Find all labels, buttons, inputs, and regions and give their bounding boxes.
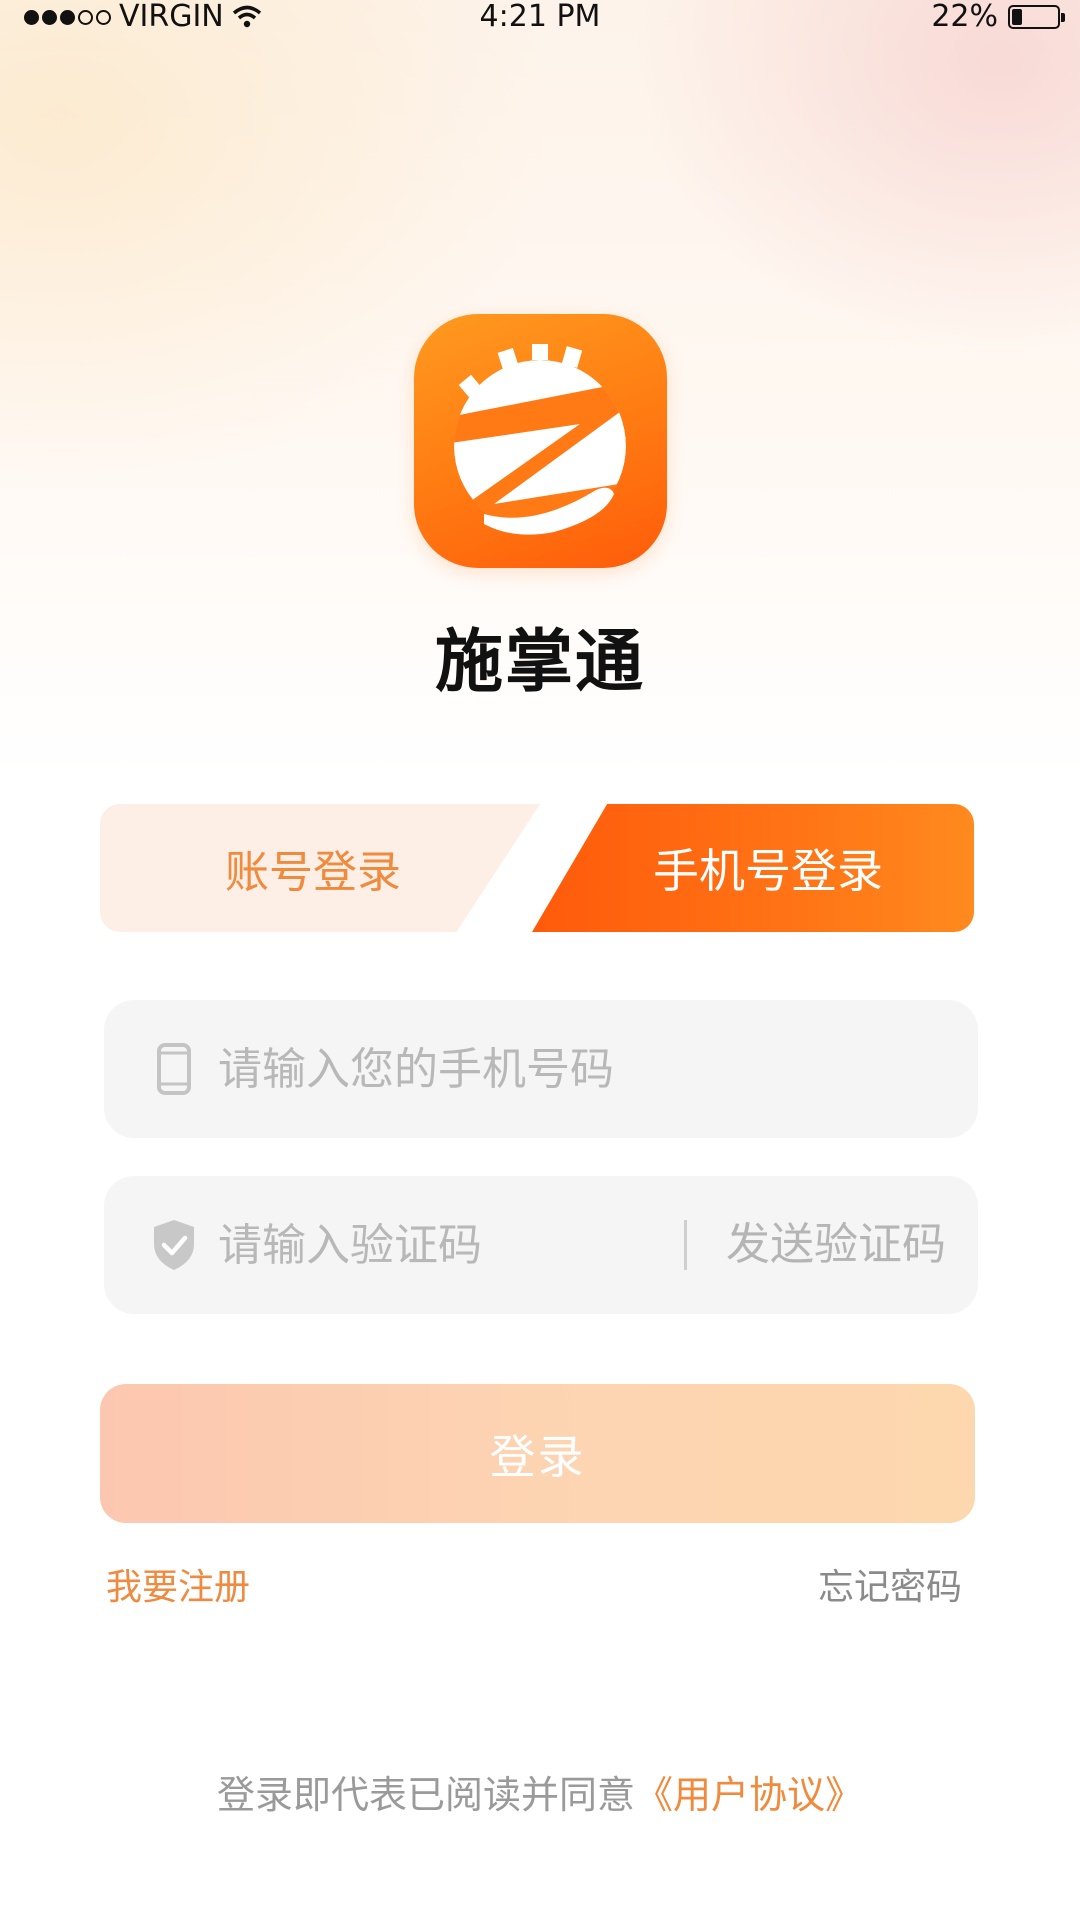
status-right: 22% (931, 0, 1065, 34)
forgot-password-link[interactable]: 忘记密码 (818, 1558, 962, 1610)
shield-check-icon (144, 1218, 204, 1272)
status-bar: VIRGIN 4:21 PM 22% (0, 0, 1080, 34)
status-time: 4:21 PM (479, 0, 601, 34)
user-agreement-link[interactable]: 《用户协议》 (635, 1773, 863, 1817)
tab-phone-login[interactable]: 手机号登录 (532, 804, 974, 932)
tab-account-login[interactable]: 账号登录 (100, 804, 540, 932)
field-divider (684, 1220, 687, 1270)
verification-code-input[interactable] (218, 1219, 698, 1271)
verification-code-field[interactable]: 发送验证码 (104, 1176, 978, 1314)
battery-level (1012, 9, 1022, 25)
register-link[interactable]: 我要注册 (106, 1558, 250, 1610)
app-logo (414, 314, 667, 568)
login-screen: VIRGIN 4:21 PM 22% 施掌通 账号登录 手机号登录 请输入您的手… (0, 0, 1080, 1917)
app-name: 施掌通 (434, 623, 645, 702)
login-method-tabs: 账号登录 手机号登录 (100, 804, 974, 932)
agreement-text: 登录即代表已阅读并同意《用户协议》 (0, 1764, 1080, 1819)
battery-percent: 22% (931, 0, 998, 34)
agreement-prefix: 登录即代表已阅读并同意 (216, 1773, 635, 1817)
login-button[interactable]: 登录 (100, 1384, 975, 1523)
phone-input[interactable] (218, 1043, 698, 1095)
mobile-phone-icon (144, 1042, 204, 1096)
phone-field[interactable] (104, 1000, 978, 1138)
battery-icon (1008, 5, 1065, 29)
send-code-button[interactable]: 发送验证码 (726, 1176, 946, 1314)
app-logo-icon (454, 344, 626, 535)
